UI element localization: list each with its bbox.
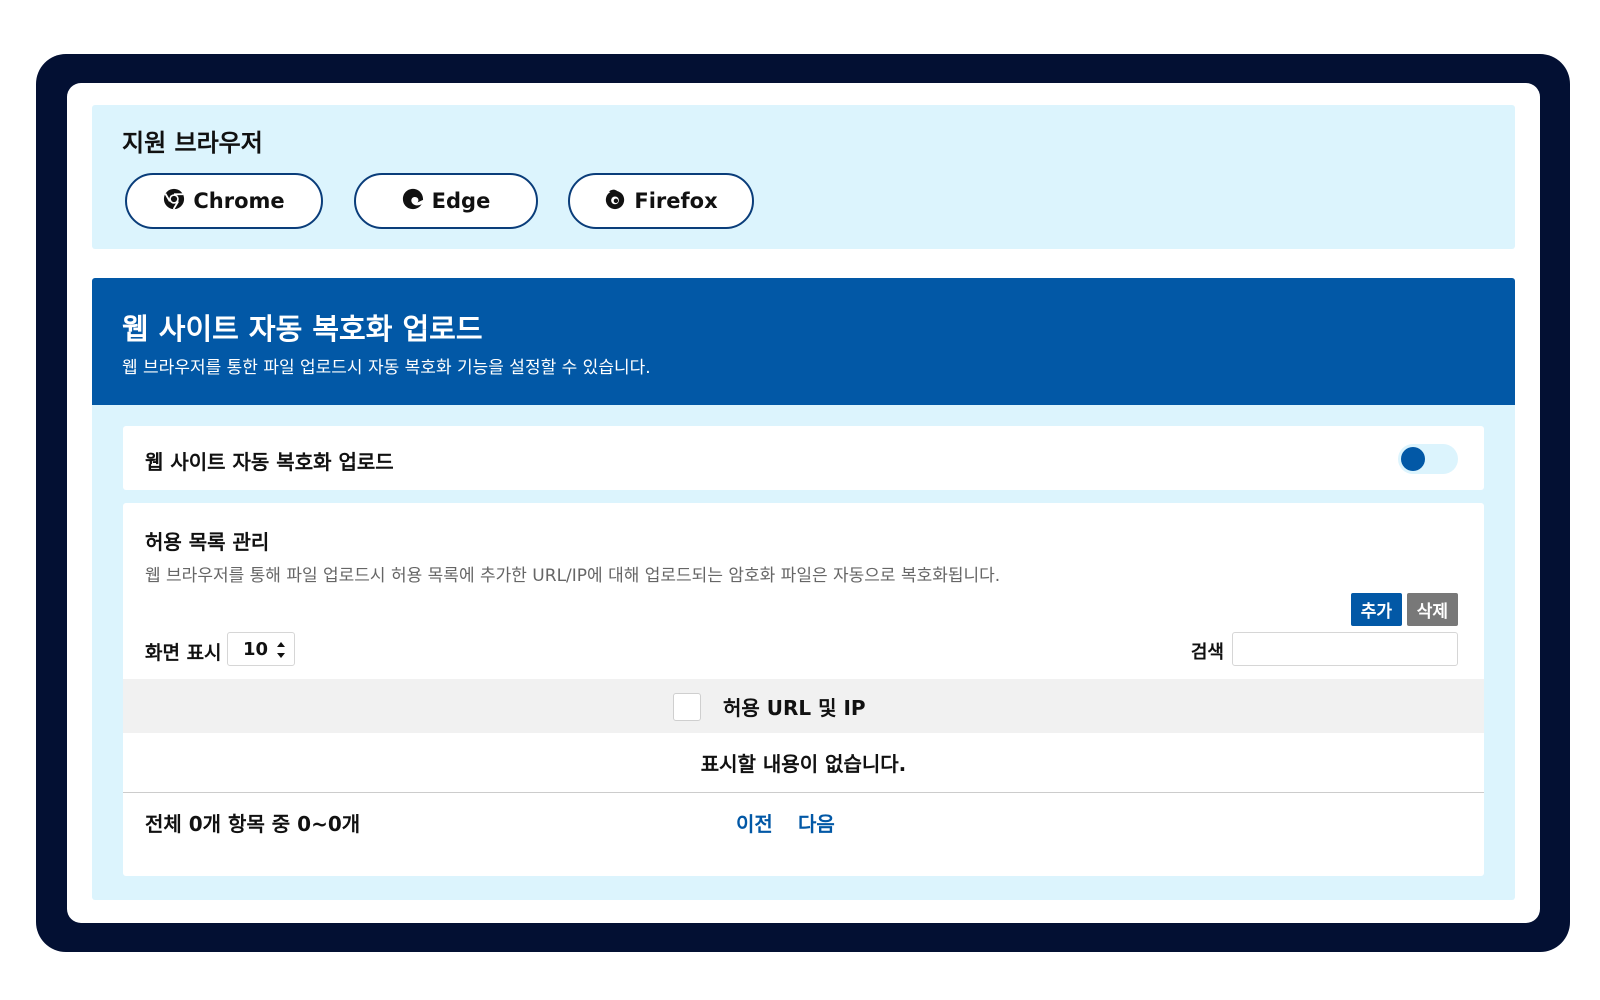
- edge-icon: [402, 188, 424, 215]
- pagination-summary: 전체 0개 항목 중 0~0개: [145, 812, 361, 836]
- screen: 지원 브라우저 Chrome Edge Firefox 웹 사이트 자동 복호화…: [67, 83, 1540, 923]
- supported-browsers-title: 지원 브라우저: [122, 129, 263, 157]
- panel-title: 웹 사이트 자동 복호화 업로드: [122, 312, 483, 346]
- table-empty-message: 표시할 내용이 없습니다.: [123, 733, 1484, 793]
- per-page-stepper[interactable]: 10: [227, 632, 295, 666]
- firefox-icon: [604, 188, 626, 215]
- device-frame: 지원 브라우저 Chrome Edge Firefox 웹 사이트 자동 복호화…: [36, 54, 1570, 952]
- table-header: 허용 URL 및 IP: [123, 679, 1484, 733]
- pagination-next[interactable]: 다음: [798, 808, 835, 837]
- panel-header: 웹 사이트 자동 복호화 업로드 웹 브라우저를 통한 파일 업로드시 자동 복…: [92, 278, 1515, 405]
- per-page-value: 10: [243, 639, 269, 660]
- auto-decrypt-toggle-switch[interactable]: [1398, 444, 1458, 474]
- browser-edge-button[interactable]: Edge: [354, 173, 538, 229]
- delete-button[interactable]: 삭제: [1406, 593, 1458, 626]
- browser-firefox-button[interactable]: Firefox: [568, 173, 754, 229]
- search-input[interactable]: [1232, 632, 1458, 666]
- auto-decrypt-toggle-card: 웹 사이트 자동 복호화 업로드: [123, 426, 1484, 490]
- pagination-prev[interactable]: 이전: [736, 808, 773, 837]
- supported-browsers-section: 지원 브라우저 Chrome Edge Firefox: [92, 105, 1515, 249]
- toggle-knob: [1401, 447, 1425, 471]
- browser-edge-label: Edge: [431, 189, 491, 213]
- browser-chrome-label: Chrome: [193, 189, 285, 213]
- allowlist-description: 웹 브라우저를 통해 파일 업로드시 허용 목록에 추가한 URL/IP에 대해…: [145, 566, 1001, 586]
- auto-decrypt-toggle-label: 웹 사이트 자동 복호화 업로드: [145, 450, 394, 474]
- search-label: 검색: [1190, 642, 1224, 663]
- auto-decrypt-upload-panel: 웹 사이트 자동 복호화 업로드 웹 브라우저를 통한 파일 업로드시 자동 복…: [92, 278, 1515, 900]
- chrome-icon: [163, 188, 185, 215]
- allowlist-title: 허용 목록 관리: [145, 530, 270, 554]
- spin-arrows-icon[interactable]: [276, 639, 286, 661]
- browser-firefox-label: Firefox: [634, 189, 718, 213]
- panel-subtitle: 웹 브라우저를 통한 파일 업로드시 자동 복호화 기능을 설정할 수 있습니다…: [122, 358, 651, 378]
- per-page-label: 화면 표시: [145, 642, 222, 664]
- allowlist-card: 허용 목록 관리 웹 브라우저를 통해 파일 업로드시 허용 목록에 추가한 U…: [123, 503, 1484, 876]
- add-button[interactable]: 추가: [1350, 593, 1402, 626]
- select-all-checkbox[interactable]: [673, 692, 701, 721]
- column-header-url-ip: 허용 URL 및 IP: [723, 696, 866, 720]
- browser-chrome-button[interactable]: Chrome: [125, 173, 323, 229]
- table-header-content: 허용 URL 및 IP: [673, 692, 866, 721]
